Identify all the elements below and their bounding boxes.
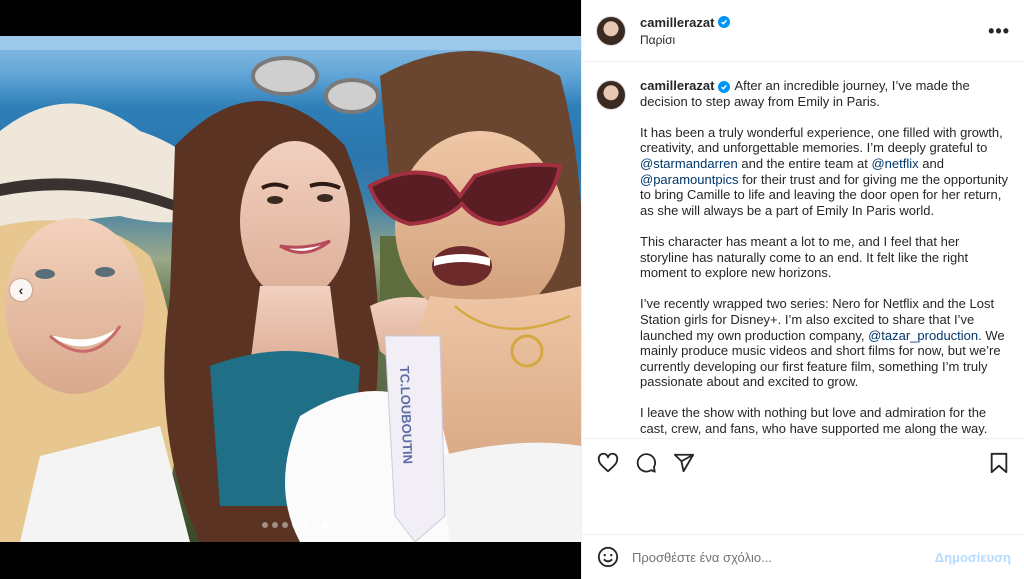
share-icon[interactable] (672, 451, 696, 475)
caption-paragraph: I leave the show with nothing but love a… (640, 405, 1011, 438)
more-options-icon[interactable]: ••• (988, 22, 1010, 40)
caption-body: camillerazat After an incredible journey,… (640, 78, 1011, 438)
carousel-dot (261, 522, 268, 528)
username-link[interactable]: camillerazat (640, 15, 714, 30)
carousel-dot (281, 522, 288, 528)
caption-paragraph: I’ve recently wrapped two series: Nero f… (640, 296, 1011, 390)
caption-paragraph: It has been a truly wonderful experience… (640, 125, 1011, 219)
caption-paragraph: camillerazat After an incredible journey,… (640, 78, 1011, 109)
post-header: camillerazat Παρίσι ••• (582, 0, 1024, 62)
caption-paragraph: This character has meant a lot to me, an… (640, 234, 1011, 281)
mention-link[interactable]: @paramountpics (640, 172, 738, 187)
caption-username-link[interactable]: camillerazat (640, 78, 714, 93)
mention-link[interactable]: @starmandarren (640, 156, 738, 171)
mention-link[interactable]: @tazar_production (868, 328, 978, 343)
caption-text: and the entire team at (737, 155, 872, 171)
verified-badge-icon (718, 81, 731, 93)
avatar[interactable] (596, 15, 626, 46)
post-header-text: camillerazat Παρίσι (640, 15, 731, 47)
carousel-dot (301, 522, 308, 528)
caption-scroll-area[interactable]: camillerazat After an incredible journey,… (582, 62, 1024, 438)
post-actions (582, 438, 1024, 534)
comment-icon[interactable] (634, 451, 658, 475)
caption-text: This character has meant a lot to me, an… (640, 233, 969, 281)
caption-text: It has been a truly wonderful experience… (640, 124, 1003, 156)
carousel-indicator (0, 522, 581, 528)
post-media: TC.LOUBOUTIN ‹ (0, 0, 581, 579)
group-selfie-image: TC.LOUBOUTIN (0, 36, 581, 542)
bookmark-icon[interactable] (987, 451, 1011, 475)
caption: camillerazat After an incredible journey,… (596, 78, 1011, 438)
emoji-icon[interactable] (596, 545, 620, 569)
location-link[interactable]: Παρίσι (640, 33, 730, 47)
carousel-dot (321, 522, 328, 528)
heart-icon[interactable] (596, 451, 620, 475)
comment-input[interactable] (632, 549, 935, 565)
post-photo[interactable]: TC.LOUBOUTIN (0, 36, 581, 542)
action-icons (596, 451, 1011, 475)
mention-link[interactable]: @netflix (871, 156, 918, 171)
carousel-dot (271, 522, 278, 528)
caption-text: I leave the show with nothing but love a… (640, 405, 988, 438)
verified-badge-icon (718, 16, 731, 28)
post-comment-button[interactable]: Δημοσίευση (935, 550, 1011, 565)
caption-text: and (918, 155, 944, 171)
post-side-panel: camillerazat Παρίσι ••• camillerazat Afte… (581, 0, 1024, 579)
comment-bar: Δημοσίευση (582, 534, 1024, 579)
username-row: camillerazat (640, 15, 731, 30)
carousel-dot (311, 522, 318, 528)
carousel-dot (291, 522, 298, 528)
caption-avatar[interactable] (596, 80, 626, 110)
carousel-prev-button[interactable]: ‹ (10, 279, 32, 301)
